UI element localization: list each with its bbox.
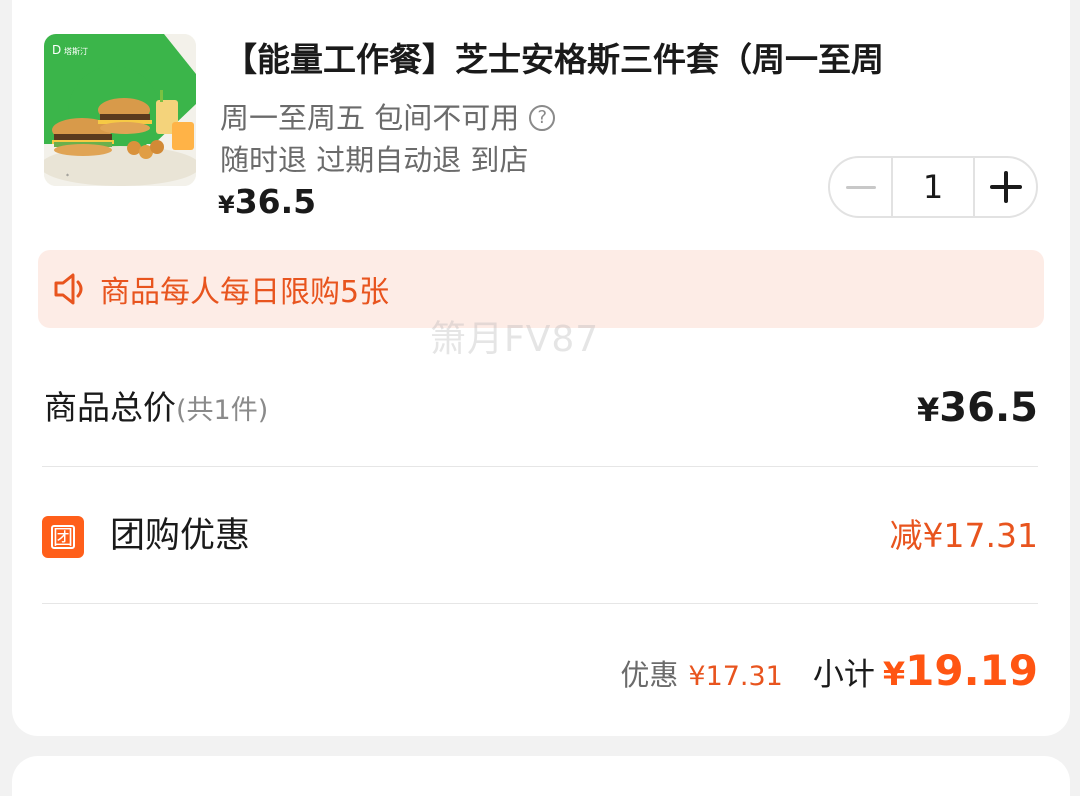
total-price: ¥36.5 <box>917 380 1038 438</box>
total-label: 商品总价 <box>44 388 176 427</box>
saved-label: 优惠 <box>620 658 679 692</box>
total-price-row: 商品总价(共1件) ¥36.5 <box>42 380 1038 436</box>
availability-text: 周一至周五 包间不可用 <box>220 101 520 135</box>
price-currency: ¥ <box>218 191 235 219</box>
total-label-group: 商品总价(共1件) <box>44 380 268 439</box>
decrease-button[interactable] <box>830 158 891 216</box>
watermark: 箫月FV87 <box>430 319 600 360</box>
notice-text: 商品每人每日限购5张 <box>100 275 390 310</box>
order-card: D 塔斯汀 * 【能量工作餐】芝士安格斯三件套（周一至周 周一至周五 包间不可用 <box>12 0 1070 736</box>
subtotal-row: 优惠 ¥17.31 小计 ¥19.19 <box>42 646 1038 706</box>
discount-label: 团购优惠 <box>110 516 251 556</box>
price-value: 36.5 <box>234 182 317 221</box>
group-badge-text: 团 <box>51 525 75 549</box>
subtotal-currency: ¥ <box>882 655 906 693</box>
divider <box>42 603 1038 604</box>
subtotal-value: 19.19 <box>905 646 1038 695</box>
refund-policy: 随时退 过期自动退 到店 <box>220 143 529 177</box>
next-card <box>12 756 1070 796</box>
subtotal-group: 优惠 ¥17.31 小计 ¥19.19 <box>620 646 1038 706</box>
svg-text:D: D <box>52 43 61 57</box>
product-price: ¥36.5 <box>218 180 316 224</box>
svg-text:塔斯汀: 塔斯汀 <box>64 46 88 56</box>
increase-button[interactable] <box>975 158 1036 216</box>
burger-combo-image: D 塔斯汀 * <box>44 34 196 186</box>
quantity-value[interactable]: 1 <box>891 158 975 216</box>
plus-icon <box>989 171 1022 203</box>
subtotal-label: 小计 <box>812 657 875 693</box>
subtotal-price: ¥19.19 <box>883 646 1038 695</box>
product-thumbnail[interactable]: D 塔斯汀 * <box>44 34 196 186</box>
total-value: 36.5 <box>939 385 1038 431</box>
question-icon[interactable]: ? <box>529 105 556 131</box>
discount-value: 减¥17.31 <box>889 516 1038 555</box>
speaker-icon <box>54 273 83 305</box>
minus-icon <box>845 185 876 189</box>
item-count: (共1件) <box>176 395 269 426</box>
divider <box>42 466 1038 467</box>
availability-line: 周一至周五 包间不可用 ? <box>220 98 556 138</box>
svg-text:*: * <box>66 173 69 180</box>
group-discount-row: 团 团购优惠 减¥17.31 <box>42 508 1038 564</box>
product-title: 【能量工作餐】芝士安格斯三件套（周一至周 <box>224 40 884 79</box>
total-currency: ¥ <box>917 391 940 429</box>
group-buy-icon: 团 <box>42 516 84 558</box>
saved-value: ¥17.31 <box>688 661 783 692</box>
quantity-stepper: 1 <box>828 156 1038 218</box>
